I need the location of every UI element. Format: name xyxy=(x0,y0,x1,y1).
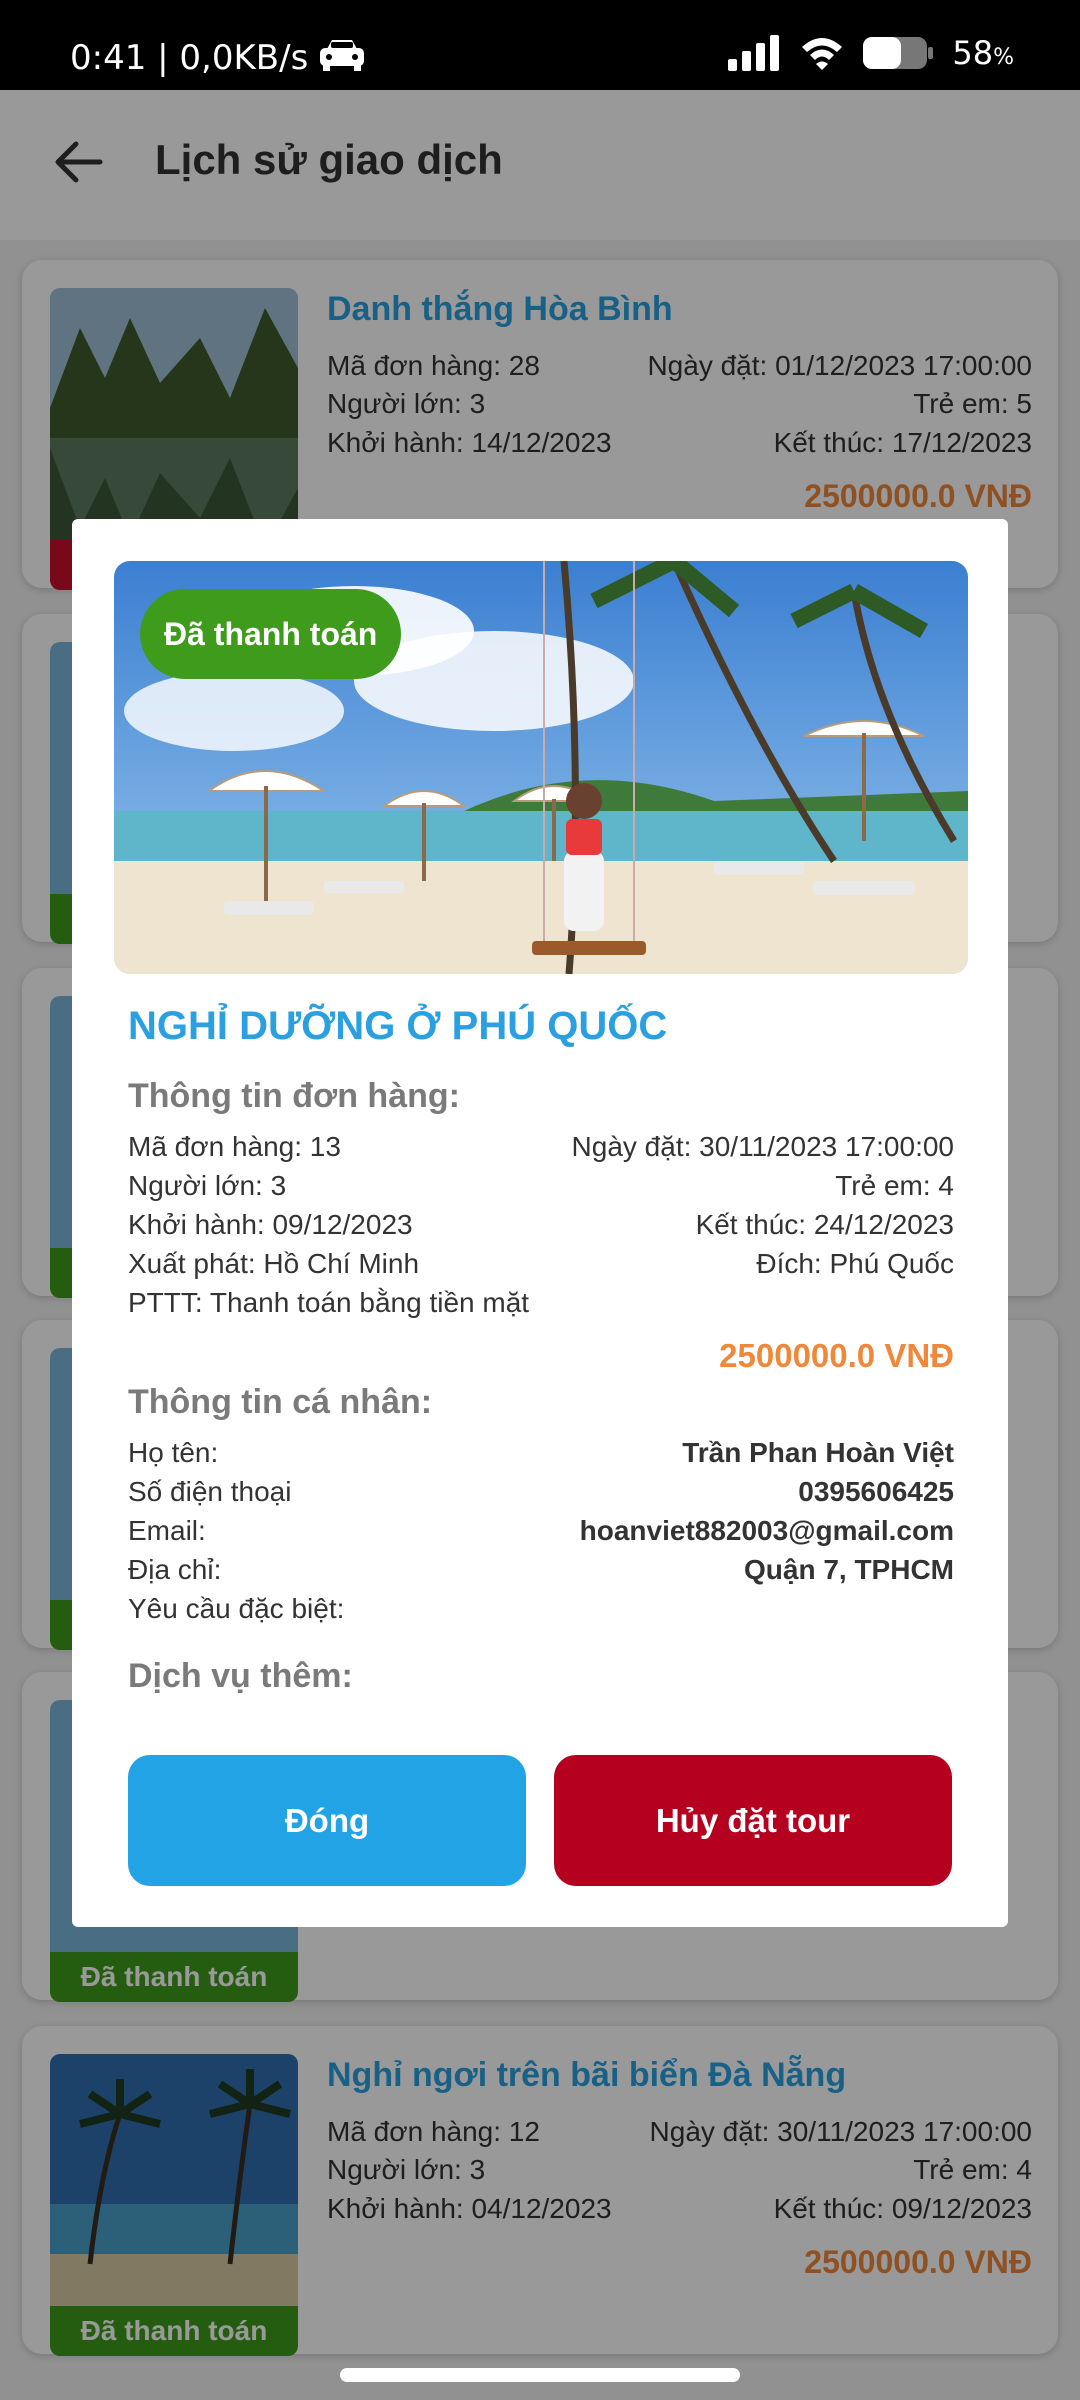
end-date: Kết thúc: 24/12/2023 xyxy=(695,1209,954,1240)
order-id: Mã đơn hàng: 13 xyxy=(128,1131,341,1162)
dialog-price: 2500000.0 VNĐ xyxy=(719,1337,954,1374)
wifi-icon xyxy=(802,38,843,70)
phone-label: Số điện thoại xyxy=(128,1476,292,1507)
email-value: hoanviet882003@gmail.com xyxy=(579,1515,954,1546)
start-date: Khởi hành: 09/12/2023 xyxy=(128,1209,413,1240)
destination: Đích: Phú Quốc xyxy=(756,1248,954,1279)
order-date: Ngày đặt: 30/11/2023 17:00:00 xyxy=(571,1131,954,1162)
people-row: Người lớn: 3 Trẻ em: 4 xyxy=(128,1170,954,1202)
name-row: Họ tên: Trần Phan Hoàn Việt xyxy=(128,1437,954,1469)
request-row: Yêu cầu đặc biệt: xyxy=(128,1593,954,1625)
payment-status-badge: Đã thanh toán xyxy=(140,589,402,679)
phone-value: 0395606425 xyxy=(798,1476,954,1507)
phone-row: Số điện thoại 0395606425 xyxy=(128,1476,954,1508)
status-time: 0:41 | 0,0KB/s xyxy=(70,38,309,78)
address-row: Địa chỉ: Quận 7, TPHCM xyxy=(128,1554,954,1586)
payment-method: PTTT: Thanh toán bằng tiền mặt xyxy=(128,1287,530,1318)
special-request-label: Yêu cầu đặc biệt: xyxy=(128,1593,345,1624)
address-label: Địa chỉ: xyxy=(128,1554,222,1585)
email-row: Email: hoanviet882003@gmail.com xyxy=(128,1515,954,1547)
battery-percent: 58% xyxy=(952,34,1014,72)
order-detail-dialog: Đã thanh toán NGHỈ DƯỠNG Ở PHÚ QUỐC Thôn… xyxy=(72,519,1008,1927)
address-value: Quận 7, TPHCM xyxy=(743,1554,954,1585)
signal-icon xyxy=(728,35,780,71)
order-row: Mã đơn hàng: 13 Ngày đặt: 30/11/2023 17:… xyxy=(128,1131,954,1163)
battery-icon xyxy=(863,37,934,69)
close-button[interactable]: Đóng xyxy=(128,1755,526,1886)
children-count: Trẻ em: 4 xyxy=(835,1170,954,1201)
extra-services-heading: Dịch vụ thêm: xyxy=(128,1657,353,1695)
status-bar: 0:41 | 0,0KB/s 58% xyxy=(0,0,1080,90)
order-info-heading: Thông tin đơn hàng: xyxy=(128,1077,460,1115)
name-label: Họ tên: xyxy=(128,1437,219,1468)
departure: Xuất phát: Hồ Chí Minh xyxy=(128,1248,420,1279)
home-indicator[interactable] xyxy=(340,2368,740,2382)
name-value: Trần Phan Hoàn Việt xyxy=(682,1437,954,1468)
dialog-tour-title: NGHỈ DƯỠNG Ở PHÚ QUỐC xyxy=(128,1004,668,1048)
dates-row: Khởi hành: 09/12/2023 Kết thúc: 24/12/20… xyxy=(128,1209,954,1241)
route-row: Xuất phát: Hồ Chí Minh Đích: Phú Quốc xyxy=(128,1248,954,1280)
email-label: Email: xyxy=(128,1515,206,1546)
payment-row: PTTT: Thanh toán bằng tiền mặt xyxy=(128,1287,954,1319)
cancel-tour-button[interactable]: Hủy đặt tour xyxy=(554,1755,952,1886)
personal-info-heading: Thông tin cá nhân: xyxy=(128,1383,433,1421)
car-icon xyxy=(320,40,364,71)
adults-count: Người lớn: 3 xyxy=(128,1170,287,1201)
